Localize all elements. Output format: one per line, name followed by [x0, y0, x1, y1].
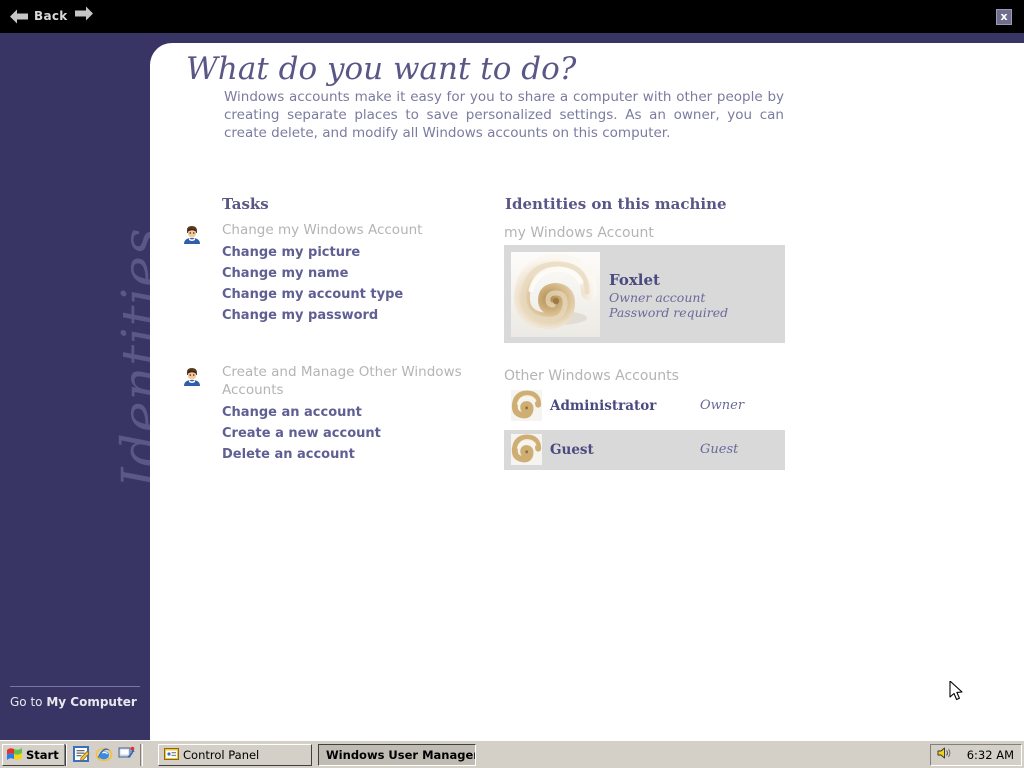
owner-section-label: my Windows Account: [504, 225, 654, 241]
task-link[interactable]: Create a new account: [222, 423, 482, 444]
system-tray: 6:32 AM: [930, 744, 1022, 766]
task-link-list: Change my picture Change my name Change …: [222, 242, 482, 326]
windows-flag-icon: [6, 746, 23, 765]
show-desktop-icon[interactable]: [118, 745, 136, 763]
task-link[interactable]: Change an account: [222, 402, 482, 423]
nautilus-shell-picture: [511, 252, 600, 337]
account-role: Guest: [700, 442, 739, 457]
arrow-right-icon: [74, 6, 93, 21]
task-link[interactable]: Change my password: [222, 305, 482, 326]
clock[interactable]: 6:32 AM: [967, 748, 1014, 762]
nautilus-shell-picture: [511, 434, 542, 465]
arrow-left-icon: [10, 9, 29, 24]
account-row[interactable]: Guest Guest: [504, 430, 785, 470]
goto-target-label: My Computer: [46, 695, 137, 709]
navigation-bar: Back x: [0, 0, 1024, 33]
taskbar-window-button[interactable]: Control Panel: [158, 744, 312, 766]
nautilus-shell-picture: [511, 390, 542, 421]
taskbar-window-button[interactable]: Windows User Manager: [318, 744, 476, 766]
taskbar-window-label: Windows User Manager: [326, 748, 476, 762]
internet-explorer-icon[interactable]: [95, 745, 113, 763]
identities-heading: Identities on this machine: [505, 195, 727, 213]
task-link[interactable]: Delete an account: [222, 444, 482, 465]
control-panel-icon: [164, 747, 179, 764]
task-group: Create and Manage Other Windows Accounts…: [182, 363, 482, 465]
notepad-icon[interactable]: [72, 745, 90, 763]
speaker-icon[interactable]: [937, 746, 952, 765]
taskbar-separator: [140, 744, 143, 766]
back-button[interactable]: Back: [10, 5, 68, 27]
task-link-list: Change an account Create a new account D…: [222, 402, 482, 465]
user-avatar-icon: [182, 366, 202, 386]
task-link[interactable]: Change my name: [222, 263, 482, 284]
goto-my-computer-link[interactable]: Go to My Computer: [10, 695, 137, 709]
start-button[interactable]: Start: [2, 744, 66, 766]
task-group-title: Create and Manage Other Windows Accounts: [222, 364, 462, 398]
task-group-title: Change my Windows Account: [222, 222, 423, 238]
taskbar-separator: [64, 744, 67, 766]
page-title: What do you want to do?: [186, 51, 577, 87]
start-button-label: Start: [26, 748, 59, 762]
owner-password-status: Password required: [609, 305, 729, 320]
owner-account-info: Foxlet Owner account Password required: [609, 271, 728, 320]
quick-launch-bar: [72, 745, 136, 763]
owner-account-name: Foxlet: [609, 271, 660, 289]
back-button-label: Back: [34, 9, 68, 23]
task-link[interactable]: Change my account type: [222, 284, 482, 305]
goto-prefix-label: Go to: [10, 695, 47, 709]
sidebar-divider: [10, 686, 140, 687]
desktop-root: Back x Identities Go to My Computer What…: [0, 0, 1024, 768]
sidebar-vertical-title-text: Identities: [112, 227, 150, 488]
owner-account-card[interactable]: Foxlet Owner account Password required: [504, 245, 785, 343]
task-link[interactable]: Change my picture: [222, 242, 482, 263]
content-panel: What do you want to do? Windows accounts…: [150, 43, 1024, 740]
account-role: Owner: [700, 398, 745, 413]
owner-account-type: Owner account: [609, 290, 706, 305]
forward-button[interactable]: [74, 6, 93, 21]
sidebar-vertical-title: Identities: [0, 33, 150, 740]
other-accounts-label: Other Windows Accounts: [504, 368, 679, 384]
intro-paragraph: Windows accounts make it easy for you to…: [224, 89, 784, 141]
tasks-heading: Tasks: [222, 195, 269, 213]
account-name: Administrator: [550, 398, 657, 414]
taskbar-window-label: Control Panel: [183, 748, 260, 762]
taskbar: Start Control Panel Windows User Manager…: [0, 740, 1024, 768]
close-icon[interactable]: x: [996, 9, 1012, 25]
task-group: Change my Windows Account Change my pict…: [182, 221, 482, 326]
account-row[interactable]: Administrator Owner: [504, 386, 785, 426]
account-name: Guest: [550, 442, 594, 458]
user-avatar-icon: [182, 224, 202, 244]
sidebar: Identities Go to My Computer: [0, 33, 150, 740]
